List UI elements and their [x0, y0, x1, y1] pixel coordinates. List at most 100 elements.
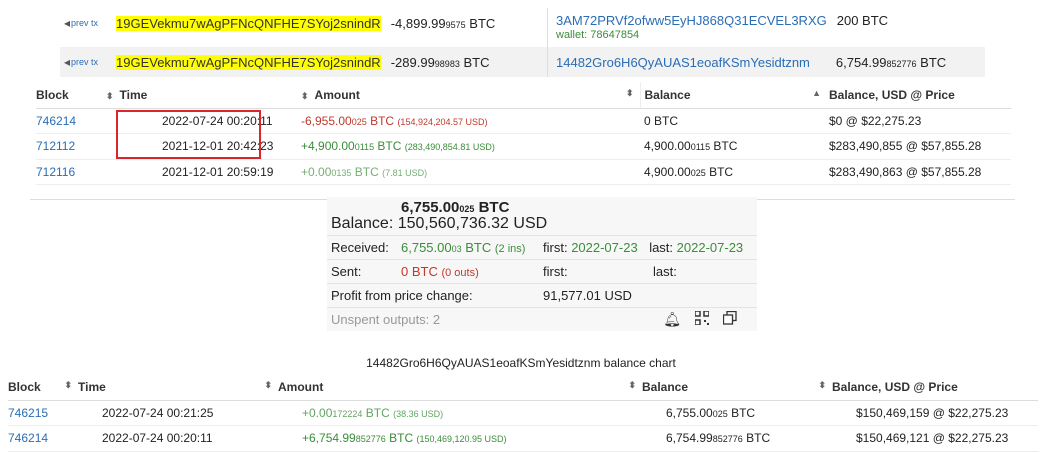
address-history-table: Block ⬍ Time ⬍ Amount ⬍ Balance ⬍ Balance, U…: [8, 374, 1038, 452]
amount-usd: (150,469,120.95 USD): [416, 434, 507, 445]
sort-icon: ⬍: [106, 90, 114, 101]
wallet-label[interactable]: wallet: 78647854: [556, 29, 985, 41]
amount-usd: (283,490,854.81 USD): [404, 142, 495, 153]
input-address[interactable]: 19GEVekmu7wAgPFNcQNFHE7SYoj2snindR: [116, 15, 381, 31]
col-amount[interactable]: ⬍ Amount ⬍: [301, 82, 640, 109]
block-link[interactable]: 712116: [36, 165, 75, 179]
qr-code-icon[interactable]: [694, 310, 710, 328]
output-amount: 200 BTC: [836, 13, 889, 28]
header-label: Time: [119, 87, 148, 102]
first-label: first:: [543, 240, 568, 255]
received-value: 6,755.0003 BTC (2 ins): [401, 240, 543, 255]
col-balance[interactable]: Balance ▲: [639, 82, 825, 109]
prev-tx-link[interactable]: ◂ prev tx: [60, 55, 116, 69]
sort-icon: ⬍: [264, 379, 272, 390]
amount-cell: +6,754.99852776 BTC (150,469,120.95 USD): [278, 425, 642, 452]
col-balance-usd[interactable]: Balance, USD @ Price: [832, 374, 1038, 401]
col-block[interactable]: Block ⬍: [8, 374, 78, 401]
col-amount[interactable]: Amount ⬍: [278, 374, 642, 401]
balance-usd: 150,560,736.32 USD: [397, 215, 548, 232]
received-label: Received:: [331, 240, 389, 255]
copy-icon[interactable]: [722, 310, 737, 328]
output-row: 3AM72PRVf2ofww5EyHJ868Q31ECVEL3RXG 200 BT…: [548, 8, 985, 45]
amount-unit: BTC: [370, 113, 395, 128]
amount-main: +4,900.00: [301, 139, 355, 154]
amount-main: -289.99: [390, 54, 435, 70]
header-label: Amount: [314, 87, 360, 102]
header-label: Balance, USD @ Price: [829, 87, 955, 102]
amount-small: 025: [351, 116, 367, 127]
sent-row: Sent: 0 BTC (0 outs) first: last:: [327, 259, 757, 283]
last-label: last:: [653, 264, 677, 279]
time-cell: 2022-07-24 00:21:25: [78, 400, 278, 426]
amount-unit: BTC: [389, 431, 414, 446]
header-label: Balance: [644, 87, 691, 102]
block-link[interactable]: 712112: [36, 139, 75, 153]
header-label: Amount: [278, 379, 324, 394]
balance-main: 4,900.00: [644, 164, 691, 179]
time-cell: 2022-07-24 00:20:11: [78, 425, 278, 452]
amount-main: +0.00: [302, 405, 333, 420]
col-balance-usd[interactable]: Balance, USD @ Price: [825, 82, 1011, 109]
profit-value: 91,577.01 USD: [543, 288, 632, 303]
amount-cell: +4,900.000115 BTC (283,490,854.81 USD): [301, 133, 640, 160]
col-balance[interactable]: Balance ⬍: [642, 374, 832, 401]
amount-small: 172224: [332, 408, 363, 419]
time-cell: 2021-12-01 20:59:19: [106, 159, 301, 185]
amount-main: 6,754.99: [835, 54, 887, 70]
sort-icon: ⬍: [818, 379, 826, 390]
amount-usd: (154,924,204.57 USD): [397, 116, 488, 127]
received-unit: BTC: [465, 240, 492, 255]
amount-cell: -6,955.00025 BTC (154,924,204.57 USD): [301, 108, 640, 134]
output-row: 14482Gro6H6QyAUAS1eoafKSmYesidtznm 6,754…: [548, 47, 985, 77]
amount-main: +6,754.99: [302, 431, 356, 446]
block-link[interactable]: 746215: [8, 406, 48, 420]
amount-small: 0115: [354, 142, 375, 153]
balance-unit: BTC: [709, 164, 734, 179]
amount-usd: (7.81 USD): [382, 167, 428, 178]
unspent-outputs[interactable]: Unspent outputs: 2: [331, 312, 440, 327]
block-link[interactable]: 746214: [36, 114, 76, 128]
input-address[interactable]: 19GEVekmu7wAgPFNcQNFHE7SYoj2snindR: [116, 54, 381, 70]
col-time[interactable]: Time ⬍: [78, 374, 278, 401]
usd-balance: Balance: 150,560,736.32 USD: [331, 215, 753, 235]
btc-main: 6,755.00: [401, 199, 460, 216]
balance-small: 0115: [690, 142, 711, 153]
block-link[interactable]: 746214: [8, 431, 48, 445]
sent-outs: (0 outs): [441, 267, 479, 279]
output-amount: 6,754.99852776 BTC: [836, 55, 946, 70]
balance-small: 025: [712, 408, 728, 419]
col-block[interactable]: Block: [36, 82, 106, 109]
balance-cell: 4,900.00025 BTC: [640, 159, 825, 185]
col-time[interactable]: ⬍ Time: [106, 82, 301, 109]
sort-icon: ⬍: [628, 379, 636, 390]
table-row: 746214 2022-07-24 00:20:11 +6,754.998527…: [8, 425, 1038, 452]
bell-icon[interactable]: 🔔︎: [663, 311, 681, 328]
btc-balance: 6,755.00025 BTC: [331, 199, 753, 216]
amount-main: +0.00: [301, 164, 332, 179]
output-address[interactable]: 14482Gro6H6QyAUAS1eoafKSmYesidtznm: [556, 55, 810, 70]
amount-unit: BTC: [354, 164, 379, 179]
received-ins: (2 ins): [494, 243, 526, 255]
tx-outputs: 3AM72PRVf2ofww5EyHJ868Q31ECVEL3RXG 200 BT…: [547, 8, 985, 77]
arrow-left-icon: ◂: [64, 55, 71, 69]
table-row: 712116 2021-12-01 20:59:19 +0.000135 BTC…: [36, 159, 1011, 185]
tx-inputs: ◂ prev tx 19GEVekmu7wAgPFNcQNFHE7SYoj2sni…: [60, 8, 557, 77]
amount-unit: BTC: [463, 54, 490, 70]
prev-tx-label: prev tx: [71, 57, 99, 67]
profit-row: Profit from price change: 91,577.01 USD: [327, 283, 757, 307]
balance-cell: 0 BTC: [640, 108, 825, 134]
prev-tx-link[interactable]: ◂ prev tx: [60, 16, 116, 30]
btc-unit: BTC: [478, 199, 510, 216]
sort-icon: ⬍: [301, 90, 309, 101]
amount-cell: +0.00172224 BTC (38.36 USD): [278, 400, 642, 426]
summary-header: 6,755.00025 BTC Balance: 150,560,736.32 …: [327, 197, 757, 235]
output-address[interactable]: 3AM72PRVf2ofww5EyHJ868Q31ECVEL3RXG: [556, 13, 827, 28]
sort-asc-icon: ▲: [812, 87, 821, 98]
chart-caption: 14482Gro6H6QyAUAS1eoafKSmYesidtznm balan…: [366, 356, 676, 370]
table-header: Block ⬍ Time ⬍ Amount ⬍ Balance ▲ Balance, U…: [36, 82, 1011, 109]
first-label: first:: [543, 264, 568, 279]
highlight-box: [116, 110, 261, 159]
balance-main: 6,755.00: [666, 405, 713, 420]
balance-label: Balance:: [331, 215, 394, 232]
